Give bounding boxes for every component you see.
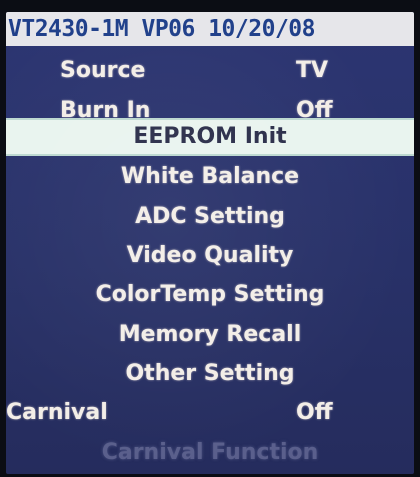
factory-osd-menu: VT2430-1M VP06 10/20/08 Source TV Burn I… — [6, 12, 414, 474]
menu-item-carnival[interactable]: Carnival Off — [6, 394, 414, 432]
carnival-label: Carnival — [6, 400, 108, 425]
carnival-value: Off — [296, 400, 333, 425]
menu-item-other-setting[interactable]: Other Setting — [6, 355, 414, 393]
menu-item-carnival-function: Carnival Function — [101, 440, 319, 465]
menu-item-white-balance[interactable]: White Balance — [6, 158, 414, 196]
menu-item-memory-recall[interactable]: Memory Recall — [6, 316, 414, 354]
menu-item-source[interactable]: Source TV — [6, 52, 414, 90]
firmware-header: VT2430-1M VP06 10/20/08 — [6, 12, 414, 46]
menu-item-eeprom-init[interactable]: EEPROM Init — [6, 118, 414, 156]
menu-item-video-quality[interactable]: Video Quality — [6, 237, 414, 275]
menu-item-adc-setting[interactable]: ADC Setting — [6, 198, 414, 236]
menu-item-colortemp-setting[interactable]: ColorTemp Setting — [6, 276, 414, 314]
source-value: TV — [296, 58, 329, 83]
source-label: Source — [60, 58, 146, 83]
